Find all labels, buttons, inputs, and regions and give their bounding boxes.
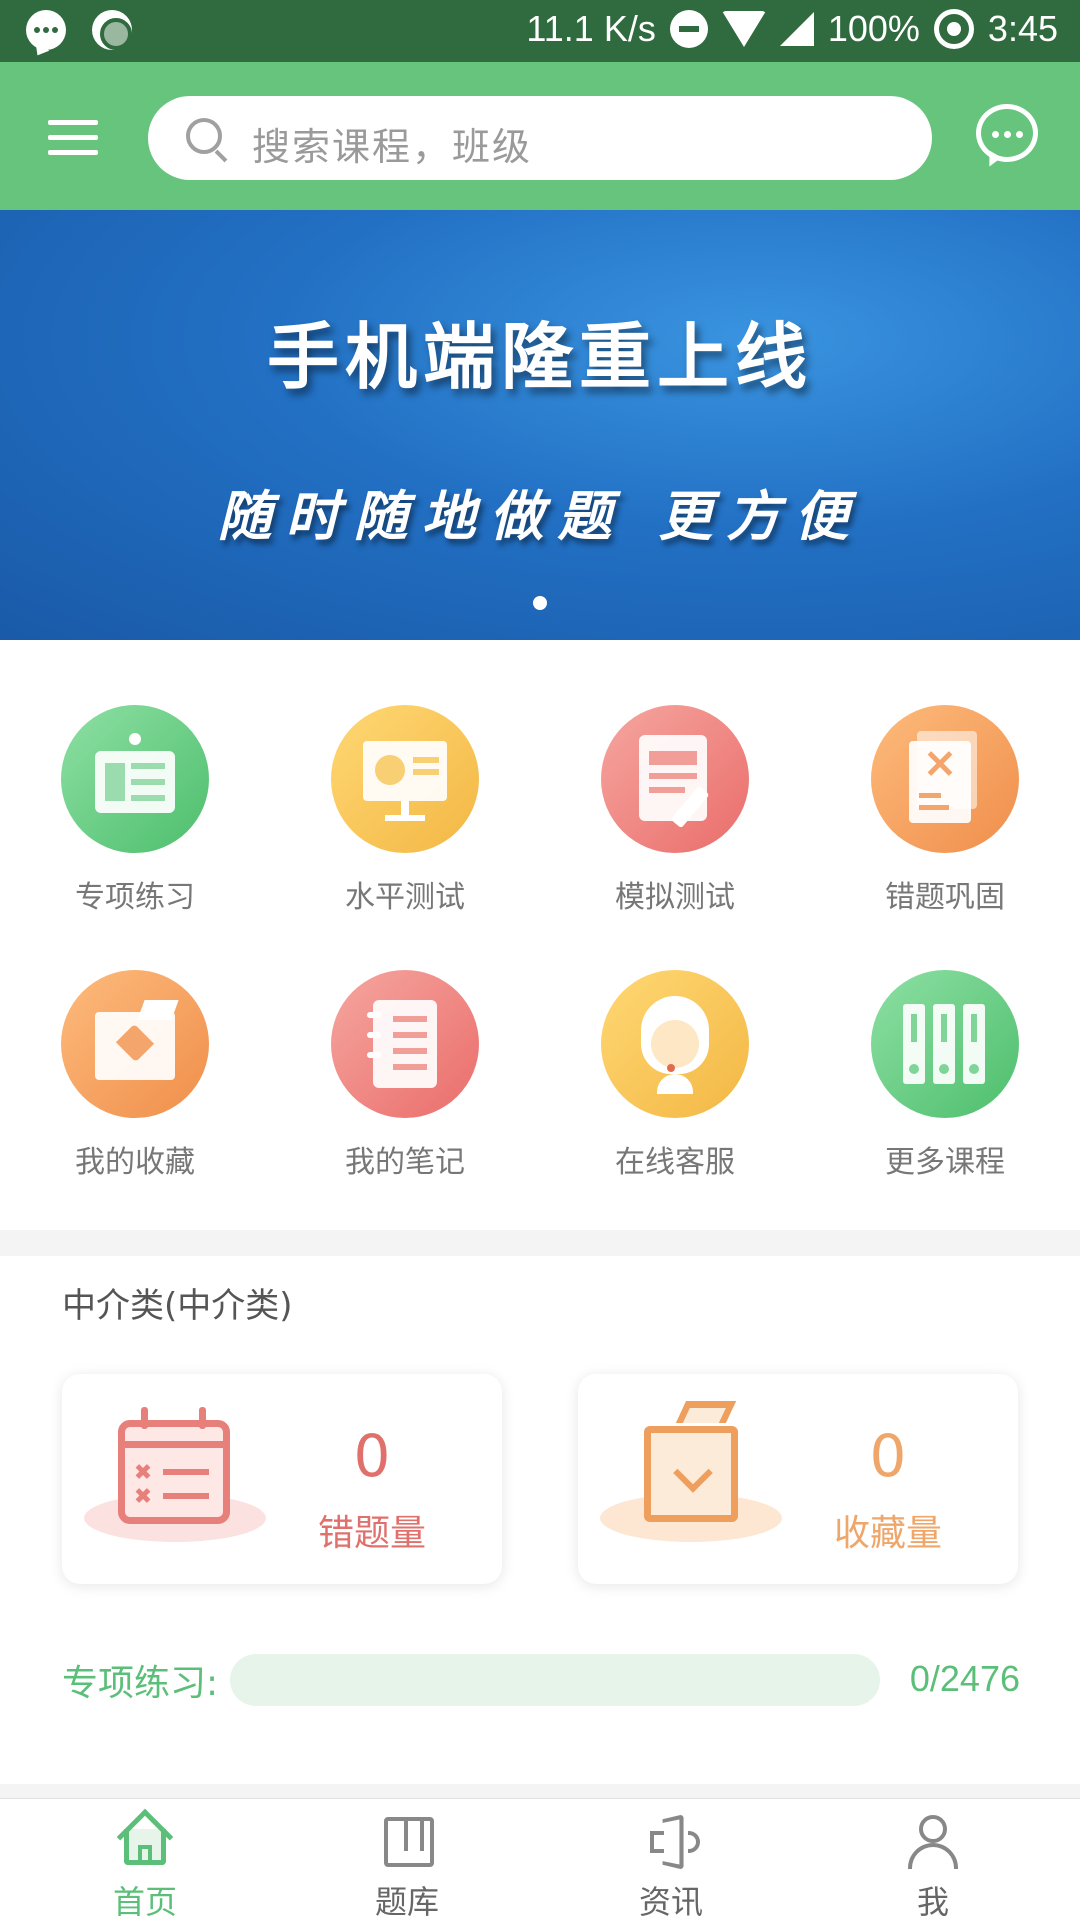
status-bar: 11.1 K/s 100% 3:45 xyxy=(0,0,1080,62)
nav-label: 我 xyxy=(916,1883,949,1920)
grid-item-online-service[interactable]: 在线客服 xyxy=(540,905,810,1180)
carousel-indicator[interactable] xyxy=(533,596,547,610)
wrong-count-label: 错题量 xyxy=(317,1513,426,1554)
nav-label: 首页 xyxy=(112,1883,177,1920)
grid-item-label: 我的笔记 xyxy=(345,1145,465,1180)
grid-item-more-courses[interactable]: 更多课程 xyxy=(810,905,1080,1180)
menu-icon[interactable] xyxy=(48,118,98,158)
nav-label: 资讯 xyxy=(638,1883,703,1920)
progress-label: 专项练习: xyxy=(62,1663,219,1704)
search-icon xyxy=(186,118,222,154)
battery-level: 100% xyxy=(827,8,920,49)
grid-item-special-practice[interactable]: 专项练习 xyxy=(0,640,270,915)
wrong-document-icon xyxy=(871,705,1019,853)
grid-item-label: 我的收藏 xyxy=(75,1145,195,1180)
banner-subtitle: 随时随地做题 更方便 xyxy=(217,484,863,548)
section-divider xyxy=(0,1230,1080,1256)
grid-item-level-test[interactable]: 水平测试 xyxy=(270,640,540,915)
promo-banner[interactable]: 手机端隆重上线 随时随地做题 更方便 xyxy=(0,210,1080,640)
message-notification-icon xyxy=(26,10,66,50)
wrong-count: 0 xyxy=(353,1422,391,1490)
favorite-folder-icon xyxy=(644,1401,738,1522)
document-pen-icon xyxy=(601,705,749,853)
nav-label: 题库 xyxy=(374,1883,439,1920)
nav-question-bank[interactable]: 题库 xyxy=(272,1799,542,1920)
favorite-count-label: 收藏量 xyxy=(833,1513,942,1554)
favorite-folder-icon xyxy=(61,970,209,1118)
bulletin-board-icon xyxy=(61,705,209,853)
favorites-card[interactable]: 0 收藏量 xyxy=(578,1374,1018,1584)
app-notification-icon xyxy=(92,10,132,50)
bottom-navigation: 首页 题库 资讯 我 xyxy=(0,1798,1080,1920)
clock: 3:45 xyxy=(987,8,1058,49)
wifi-icon xyxy=(721,11,766,47)
question-bank-icon xyxy=(380,1815,434,1867)
app-header: 搜索课程，班级 xyxy=(0,62,1080,210)
search-input[interactable]: 搜索课程，班级 xyxy=(252,116,532,171)
grid-item-my-notes[interactable]: 我的笔记 xyxy=(270,905,540,1180)
favorite-count: 0 xyxy=(869,1422,907,1490)
grid-item-label: 更多课程 xyxy=(885,1145,1005,1180)
section-divider xyxy=(0,1784,1080,1798)
notebook-icon xyxy=(331,970,479,1118)
nav-news[interactable]: 资讯 xyxy=(536,1799,806,1920)
grid-item-wrong-review[interactable]: 错题巩固 xyxy=(810,640,1080,915)
calendar-wrong-icon xyxy=(118,1407,230,1524)
chat-message-icon[interactable] xyxy=(976,104,1038,162)
nav-home[interactable]: 首页 xyxy=(10,1799,280,1920)
course-title: 中介类(中介类) xyxy=(62,1286,293,1326)
user-icon xyxy=(906,1815,960,1869)
grid-item-label: 在线客服 xyxy=(615,1145,735,1180)
grid-item-mock-test[interactable]: 模拟测试 xyxy=(540,640,810,915)
banner-title: 手机端隆重上线 xyxy=(266,314,813,399)
presentation-icon xyxy=(331,705,479,853)
customer-service-icon xyxy=(601,970,749,1118)
search-bar[interactable]: 搜索课程，班级 xyxy=(148,96,932,180)
progress-bar xyxy=(230,1654,880,1706)
cell-signal-icon xyxy=(779,12,814,46)
network-speed: 11.1 K/s xyxy=(526,8,656,49)
home-icon xyxy=(116,1808,174,1867)
alarm-icon xyxy=(933,9,974,49)
grid-item-my-favorites[interactable]: 我的收藏 xyxy=(0,905,270,1180)
speaker-icon xyxy=(644,1814,700,1870)
do-not-disturb-icon xyxy=(669,10,708,48)
binders-icon xyxy=(871,970,1019,1118)
feature-grid: 专项练习 水平测试 模拟测试 错题巩固 我的收藏 我的笔记 在线客服 更多课程 xyxy=(0,640,1080,1230)
nav-me[interactable]: 我 xyxy=(798,1799,1068,1920)
wrong-questions-card[interactable]: 0 错题量 xyxy=(62,1374,502,1584)
progress-count: 0/2476 xyxy=(909,1658,1020,1699)
